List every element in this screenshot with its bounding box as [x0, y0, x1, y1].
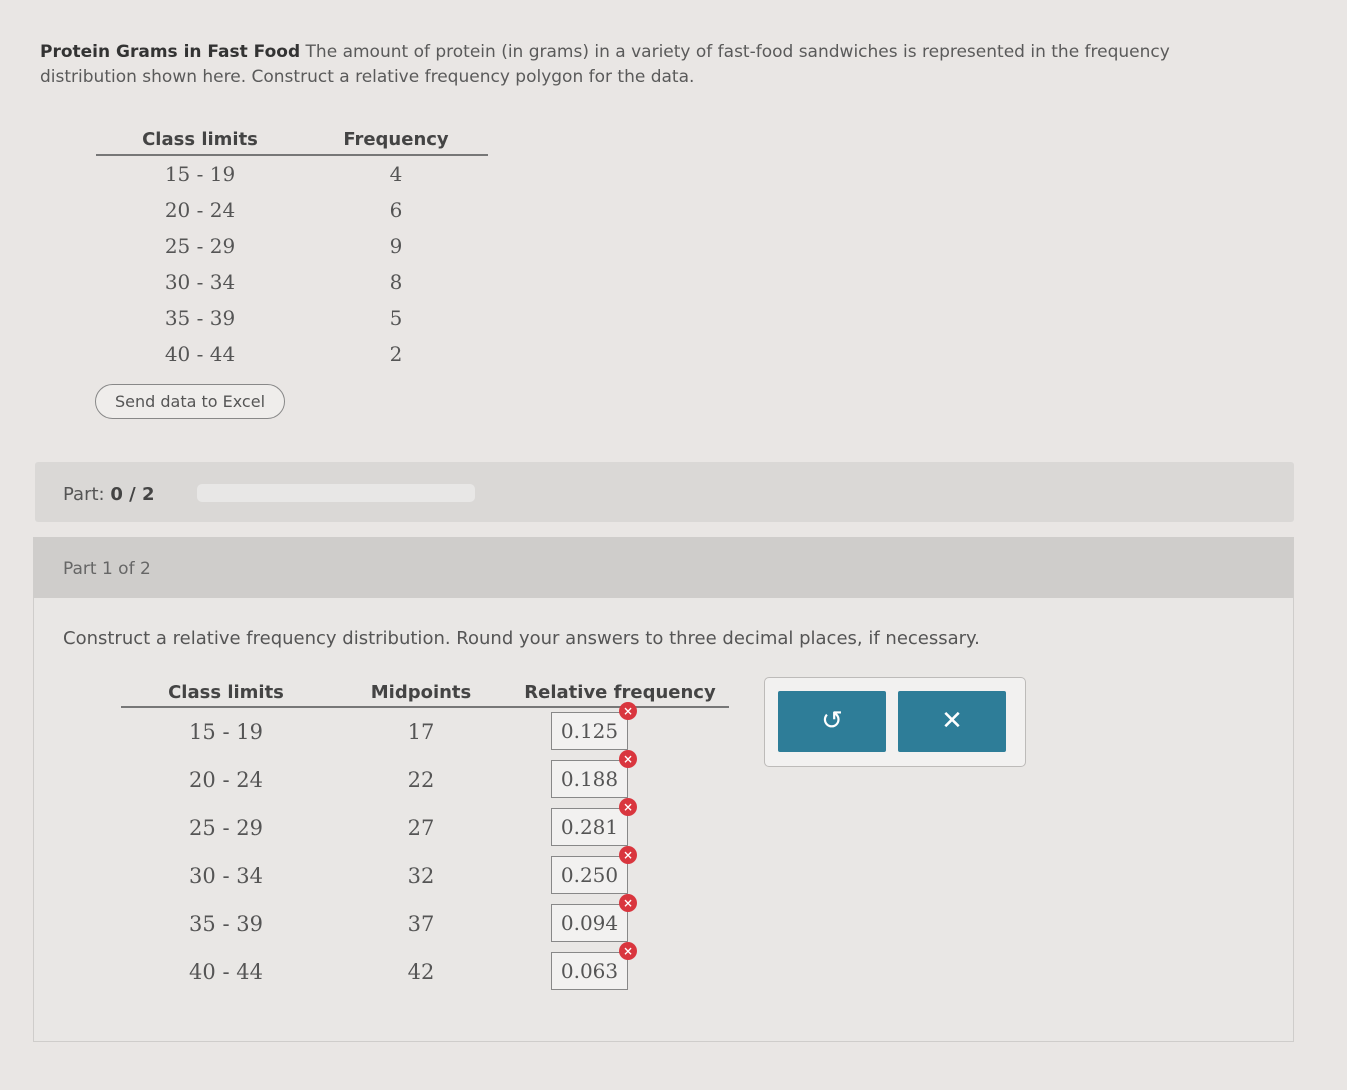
relative-frequency-cell: 0.250 ×: [511, 846, 729, 900]
class-limits-cell: 40 - 44: [164, 342, 236, 366]
midpoint-cell: 27: [407, 816, 435, 840]
undo-icon: ↺: [821, 706, 843, 736]
midpoint-cell: 22: [407, 768, 435, 792]
frequency-cell: 9: [389, 234, 403, 258]
table-row: 30 - 34 32 0.250 ×: [121, 846, 729, 900]
table-row: 35 - 39 37 0.094 ×: [121, 894, 729, 948]
header-midpoints: Midpoints: [370, 681, 472, 703]
relative-frequency-cell: 0.094 ×: [511, 894, 729, 948]
header-class-limits: Class limits: [168, 681, 284, 703]
part-progress-value: 0 / 2: [110, 484, 155, 505]
table-row: 15 - 19 17 0.125 ×: [121, 702, 729, 756]
relative-frequency-cell: 0.125 ×: [511, 702, 729, 756]
answer-table-header: Class limits Midpoints Relative frequenc…: [121, 678, 729, 708]
class-limits-cell: 40 - 44: [189, 960, 263, 984]
midpoint-cell: 37: [407, 912, 435, 936]
source-table-header: Class limits Frequency: [96, 125, 488, 156]
midpoint-cell: 17: [407, 720, 435, 744]
table-row: 35 - 39 5: [96, 300, 488, 336]
part-1-header: Part 1 of 2: [34, 538, 1293, 598]
class-limits-cell: 20 - 24: [164, 198, 236, 222]
source-header-class-limits: Class limits: [142, 129, 258, 150]
error-icon: ×: [619, 846, 637, 864]
class-limits-cell: 25 - 29: [164, 234, 236, 258]
error-icon: ×: [619, 750, 637, 768]
progress-track: [197, 484, 475, 502]
frequency-cell: 2: [389, 342, 403, 366]
problem-title: Protein Grams in Fast Food: [40, 42, 301, 62]
midpoint-cell: 32: [407, 864, 435, 888]
relative-frequency-table: Class limits Midpoints Relative frequenc…: [121, 678, 729, 996]
clear-button[interactable]: ✕: [898, 691, 1006, 752]
table-row: 30 - 34 8: [96, 264, 488, 300]
relative-frequency-input[interactable]: 0.125: [551, 712, 628, 750]
error-icon: ×: [619, 702, 637, 720]
error-icon: ×: [619, 798, 637, 816]
error-icon: ×: [619, 894, 637, 912]
part-1-panel: Part 1 of 2 Construct a relative frequen…: [33, 537, 1294, 1042]
class-limits-cell: 35 - 39: [189, 912, 263, 936]
class-limits-cell: 30 - 34: [189, 864, 263, 888]
midpoint-cell: 42: [407, 960, 435, 984]
relative-frequency-input[interactable]: 0.281: [551, 808, 628, 846]
undo-button[interactable]: ↺: [778, 691, 886, 752]
class-limits-cell: 15 - 19: [164, 162, 236, 186]
table-row: 25 - 29 27 0.281 ×: [121, 798, 729, 852]
part-label-text: Part:: [63, 484, 105, 505]
table-row: 25 - 29 9: [96, 228, 488, 264]
send-data-to-excel-button[interactable]: Send data to Excel: [95, 384, 285, 419]
table-row: 15 - 19 4: [96, 156, 488, 192]
part-1-instruction: Construct a relative frequency distribut…: [63, 628, 980, 649]
part-1-title: Part 1 of 2: [63, 559, 151, 579]
table-row: 20 - 24 22 0.188 ×: [121, 750, 729, 804]
part-progress-label: Part: 0 / 2: [63, 484, 155, 505]
close-icon: ✕: [941, 706, 963, 736]
table-row: 20 - 24 6: [96, 192, 488, 228]
class-limits-cell: 15 - 19: [189, 720, 263, 744]
relative-frequency-input[interactable]: 0.250: [551, 856, 628, 894]
class-limits-cell: 20 - 24: [189, 768, 263, 792]
class-limits-cell: 35 - 39: [164, 306, 236, 330]
frequency-cell: 4: [389, 162, 403, 186]
table-row: 40 - 44 2: [96, 336, 488, 372]
problem-statement: Protein Grams in Fast Food The amount of…: [40, 40, 1270, 90]
header-relative-frequency: Relative frequency: [524, 681, 716, 703]
class-limits-cell: 25 - 29: [189, 816, 263, 840]
relative-frequency-input[interactable]: 0.063: [551, 952, 628, 990]
table-row: 40 - 44 42 0.063 ×: [121, 942, 729, 996]
relative-frequency-cell: 0.188 ×: [511, 750, 729, 804]
error-icon: ×: [619, 942, 637, 960]
frequency-cell: 6: [389, 198, 403, 222]
relative-frequency-cell: 0.281 ×: [511, 798, 729, 852]
part-progress-bar: Part: 0 / 2: [35, 462, 1294, 522]
source-frequency-table: Class limits Frequency 15 - 19 4 20 - 24 6…: [96, 125, 488, 372]
frequency-cell: 5: [389, 306, 403, 330]
source-header-frequency: Frequency: [343, 129, 449, 150]
frequency-cell: 8: [389, 270, 403, 294]
relative-frequency-input[interactable]: 0.188: [551, 760, 628, 798]
answer-actions: ↺ ✕: [764, 677, 1026, 767]
relative-frequency-input[interactable]: 0.094: [551, 904, 628, 942]
relative-frequency-cell: 0.063 ×: [511, 942, 729, 996]
class-limits-cell: 30 - 34: [164, 270, 236, 294]
